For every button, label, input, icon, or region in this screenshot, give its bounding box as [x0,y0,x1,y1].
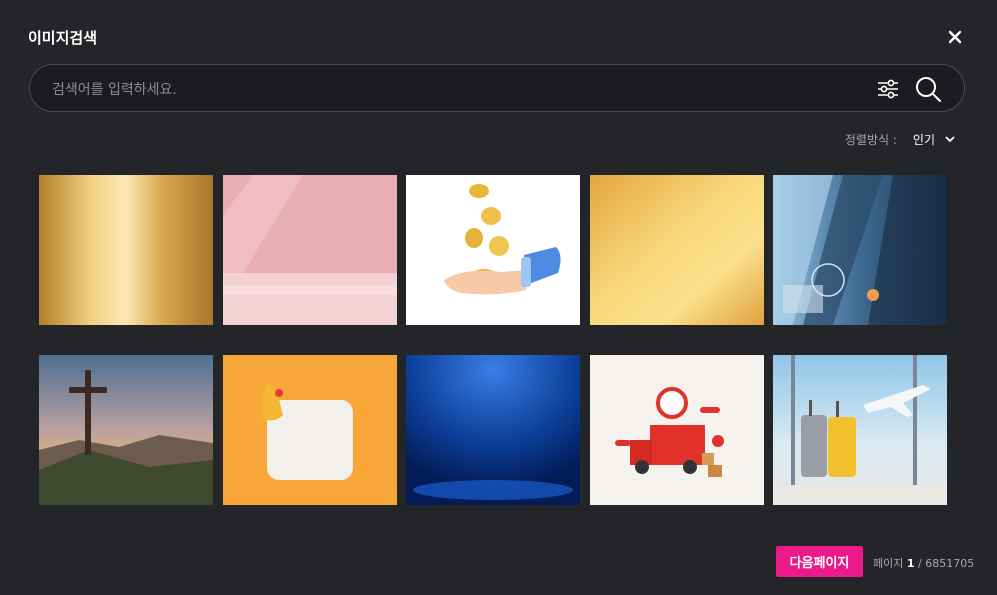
image-result-blue-spotlight[interactable] [406,355,580,505]
page-prefix: 페이지 [873,557,904,570]
image-result-bell-card[interactable] [223,355,397,505]
image-result-delivery-truck[interactable] [590,355,764,505]
current-page: 1 [906,557,915,570]
search-bar [29,64,965,112]
page-indicator: 페이지 1 / 6851705 [873,555,974,571]
sort-dropdown[interactable]: 인기 [913,131,955,148]
chevron-down-icon [945,136,955,143]
close-icon[interactable] [945,27,965,47]
sliders-icon[interactable] [876,77,900,101]
sort-bar: 정렬방식 : 인기 [845,131,955,148]
sort-selected-value: 인기 [912,133,935,147]
search-icon[interactable] [914,75,942,103]
image-result-business-tech[interactable] [773,175,947,325]
image-result-gold-foil[interactable] [39,175,213,325]
image-result-gold-gradient[interactable] [590,175,764,325]
search-input[interactable] [50,77,854,103]
image-result-luggage-airport[interactable] [773,355,947,505]
image-result-cross-sunset[interactable] [39,355,213,505]
next-page-button[interactable]: 다음페이지 [776,546,863,577]
image-result-hand-coins[interactable] [406,175,580,325]
dialog-title: 이미지검색 [28,29,98,47]
image-result-pink-room[interactable] [223,175,397,325]
image-search-dialog: 이미지검색 정렬방식 : 인기 [0,0,997,595]
total-count: 6851705 [925,557,975,570]
page-separator: / [918,557,922,570]
sort-label: 정렬방식 : [844,133,897,147]
